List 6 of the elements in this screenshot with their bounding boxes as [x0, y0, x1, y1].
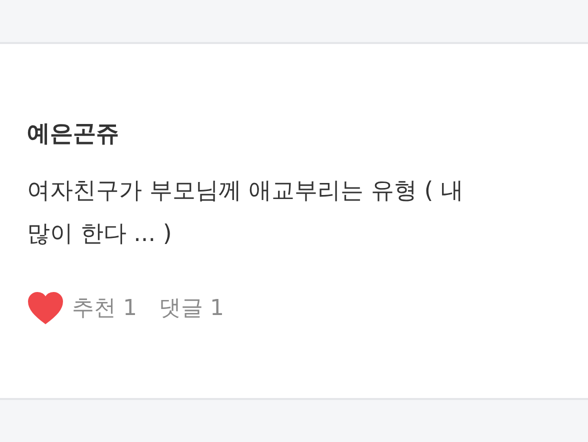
- heart-icon[interactable]: [27, 291, 64, 325]
- comments-count[interactable]: 댓글 1: [159, 293, 224, 323]
- post-text-line: 많이 한다 ... ): [27, 220, 172, 249]
- author-name: 예은곤쥬: [27, 120, 119, 149]
- post-text-line: 여자친구가 부모님께 애교부리는 유형 ( 내: [27, 177, 464, 206]
- likes-count: 추천 1: [72, 295, 137, 323]
